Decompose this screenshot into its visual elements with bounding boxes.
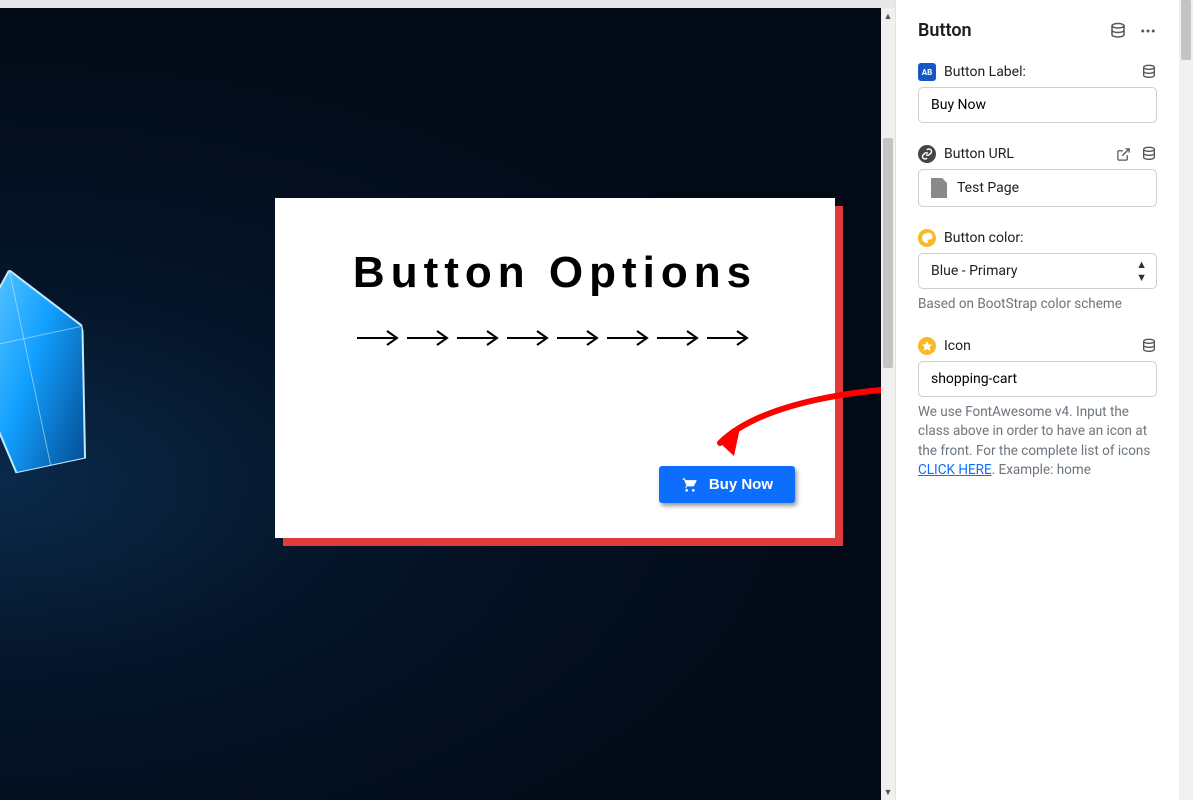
sidebar-header: Button — [918, 20, 1157, 41]
icon-help-post: . Example: home — [992, 462, 1091, 478]
arrow-right-icon — [505, 328, 555, 348]
block-settings-sidebar: Button AB Button Label: — [895, 0, 1179, 800]
dynamic-source-icon[interactable] — [1141, 146, 1157, 162]
arrow-right-icon — [655, 328, 705, 348]
button-label-input[interactable] — [918, 87, 1157, 123]
buy-now-button[interactable]: Buy Now — [659, 466, 795, 503]
demo-card-title: Button Options — [315, 248, 795, 298]
icon-help-link[interactable]: CLICK HERE — [918, 462, 992, 478]
arrows-divider — [315, 328, 795, 348]
shopping-cart-icon — [681, 477, 699, 493]
scrollbar-thumb[interactable] — [1181, 0, 1191, 60]
button-label-field: AB Button Label: — [918, 63, 1157, 123]
icon-class-input[interactable] — [918, 361, 1157, 397]
preview-canvas: Button Options — [0, 8, 881, 800]
page-vertical-scrollbar[interactable] — [1179, 0, 1193, 800]
arrow-right-icon — [455, 328, 505, 348]
arrow-right-icon — [355, 328, 405, 348]
arrow-right-icon — [555, 328, 605, 348]
text-field-icon: AB — [918, 63, 936, 81]
demo-card-face: Button Options — [275, 198, 835, 538]
page-icon — [931, 178, 947, 198]
icon-field-help: We use FontAwesome v4. Input the class a… — [918, 403, 1157, 481]
button-url-value: Test Page — [957, 180, 1019, 196]
button-color-selected: Blue - Primary — [931, 263, 1017, 279]
button-label-title: Button Label: — [944, 64, 1026, 80]
preview-vertical-scrollbar[interactable]: ▲ ▼ — [881, 8, 895, 800]
scrollbar-thumb[interactable] — [883, 138, 893, 368]
button-url-title: Button URL — [944, 146, 1014, 162]
more-options-icon[interactable] — [1139, 22, 1157, 40]
page-preview: Button Options — [0, 0, 895, 800]
icon-field: Icon We use FontAwesome v4. Input the cl… — [918, 337, 1157, 481]
buy-now-button-label: Buy Now — [709, 476, 773, 493]
button-url-picker[interactable]: Test Page — [918, 169, 1157, 207]
button-color-title: Button color: — [944, 230, 1024, 246]
demo-card: Button Options — [275, 198, 835, 538]
star-icon — [918, 337, 936, 355]
diamond-graphic — [0, 258, 109, 479]
button-color-field: Button color: Blue - Primary ▲▼ Based on… — [918, 229, 1157, 315]
link-field-icon — [918, 145, 936, 163]
palette-icon — [918, 229, 936, 247]
button-color-select[interactable]: Blue - Primary — [918, 253, 1157, 289]
arrow-right-icon — [605, 328, 655, 348]
icon-help-pre: We use FontAwesome v4. Input the class a… — [918, 404, 1150, 459]
block-title: Button — [918, 20, 972, 41]
button-url-field: Button URL Test Page — [918, 145, 1157, 207]
arrow-right-icon — [705, 328, 755, 348]
dynamic-source-icon[interactable] — [1141, 64, 1157, 80]
external-link-icon[interactable] — [1116, 147, 1131, 162]
dynamic-source-icon[interactable] — [1141, 338, 1157, 354]
icon-field-title: Icon — [944, 338, 971, 354]
dynamic-source-icon[interactable] — [1109, 22, 1127, 40]
scrollbar-up-icon[interactable]: ▲ — [881, 8, 895, 24]
scrollbar-down-icon[interactable]: ▼ — [881, 784, 895, 800]
button-color-help: Based on BootStrap color scheme — [918, 295, 1157, 315]
arrow-right-icon — [405, 328, 455, 348]
